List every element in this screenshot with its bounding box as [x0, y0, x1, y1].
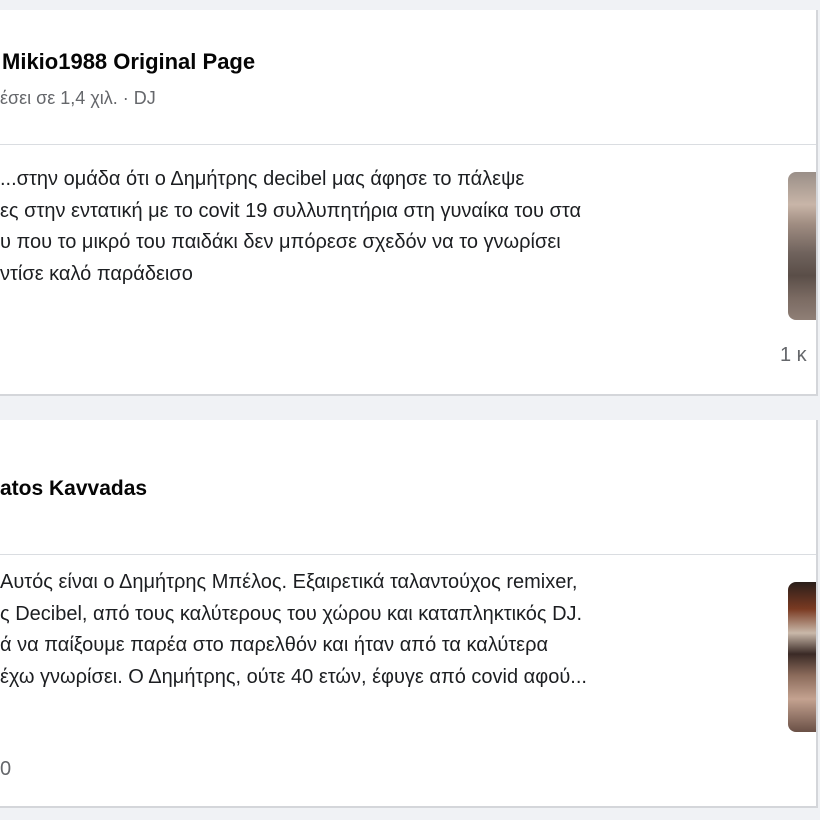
comment-count[interactable]: 1 κ	[780, 344, 807, 367]
post-text-line: ντίσε καλό παράδεισο	[0, 262, 193, 285]
meta-separator: ·	[117, 88, 134, 108]
post-text-line: ες στην εντατική με το covit 19 συλλυπητ…	[0, 199, 582, 222]
post-meta: έσει σε 1,4 χιλ. · DJ	[0, 88, 156, 109]
post-text-line: Αυτός είναι ο Δημήτρης Μπέλος. Εξαιρετικ…	[0, 571, 578, 593]
post-card: atos Kavvadas Αυτός είναι ο Δημήτρης Μπέ…	[0, 420, 818, 808]
author-name-link[interactable]: atos Kavvadas	[0, 477, 147, 501]
reaction-count[interactable]: 0	[0, 758, 11, 781]
post-text-line: υ που το μικρό του παιδάκι δεν μπόρεσε σ…	[0, 231, 561, 253]
post-text: ...στην ομάδα ότι ο Δημήτρης decibel μας…	[0, 164, 581, 290]
post-text-line: ς Decibel, από τους καλύτερους του χώρου…	[0, 602, 583, 625]
post-thumbnail[interactable]	[788, 582, 816, 732]
post-text-line: ά να παίξουμε παρέα στο παρελθόν και ήτα…	[0, 634, 549, 656]
post-text-line: ...στην ομάδα ότι ο Δημήτρης decibel μας…	[0, 168, 525, 190]
post-text-line: έχω γνωρίσει. Ο Δημήτρης, ούτε 40 ετών, …	[0, 665, 587, 688]
post-header: Mikio1988 Original Page έσει σε 1,4 χιλ.…	[0, 10, 816, 145]
post-card: Mikio1988 Original Page έσει σε 1,4 χιλ.…	[0, 10, 818, 396]
meta-category[interactable]: DJ	[134, 88, 156, 108]
post-text: Αυτός είναι ο Δημήτρης Μπέλος. Εξαιρετικ…	[0, 567, 587, 693]
page-name-link[interactable]: Mikio1988 Original Page	[2, 49, 255, 75]
post-header: atos Kavvadas	[0, 420, 816, 555]
meta-reach: έσει σε 1,4 χιλ.	[0, 88, 118, 108]
post-thumbnail[interactable]	[788, 172, 816, 320]
